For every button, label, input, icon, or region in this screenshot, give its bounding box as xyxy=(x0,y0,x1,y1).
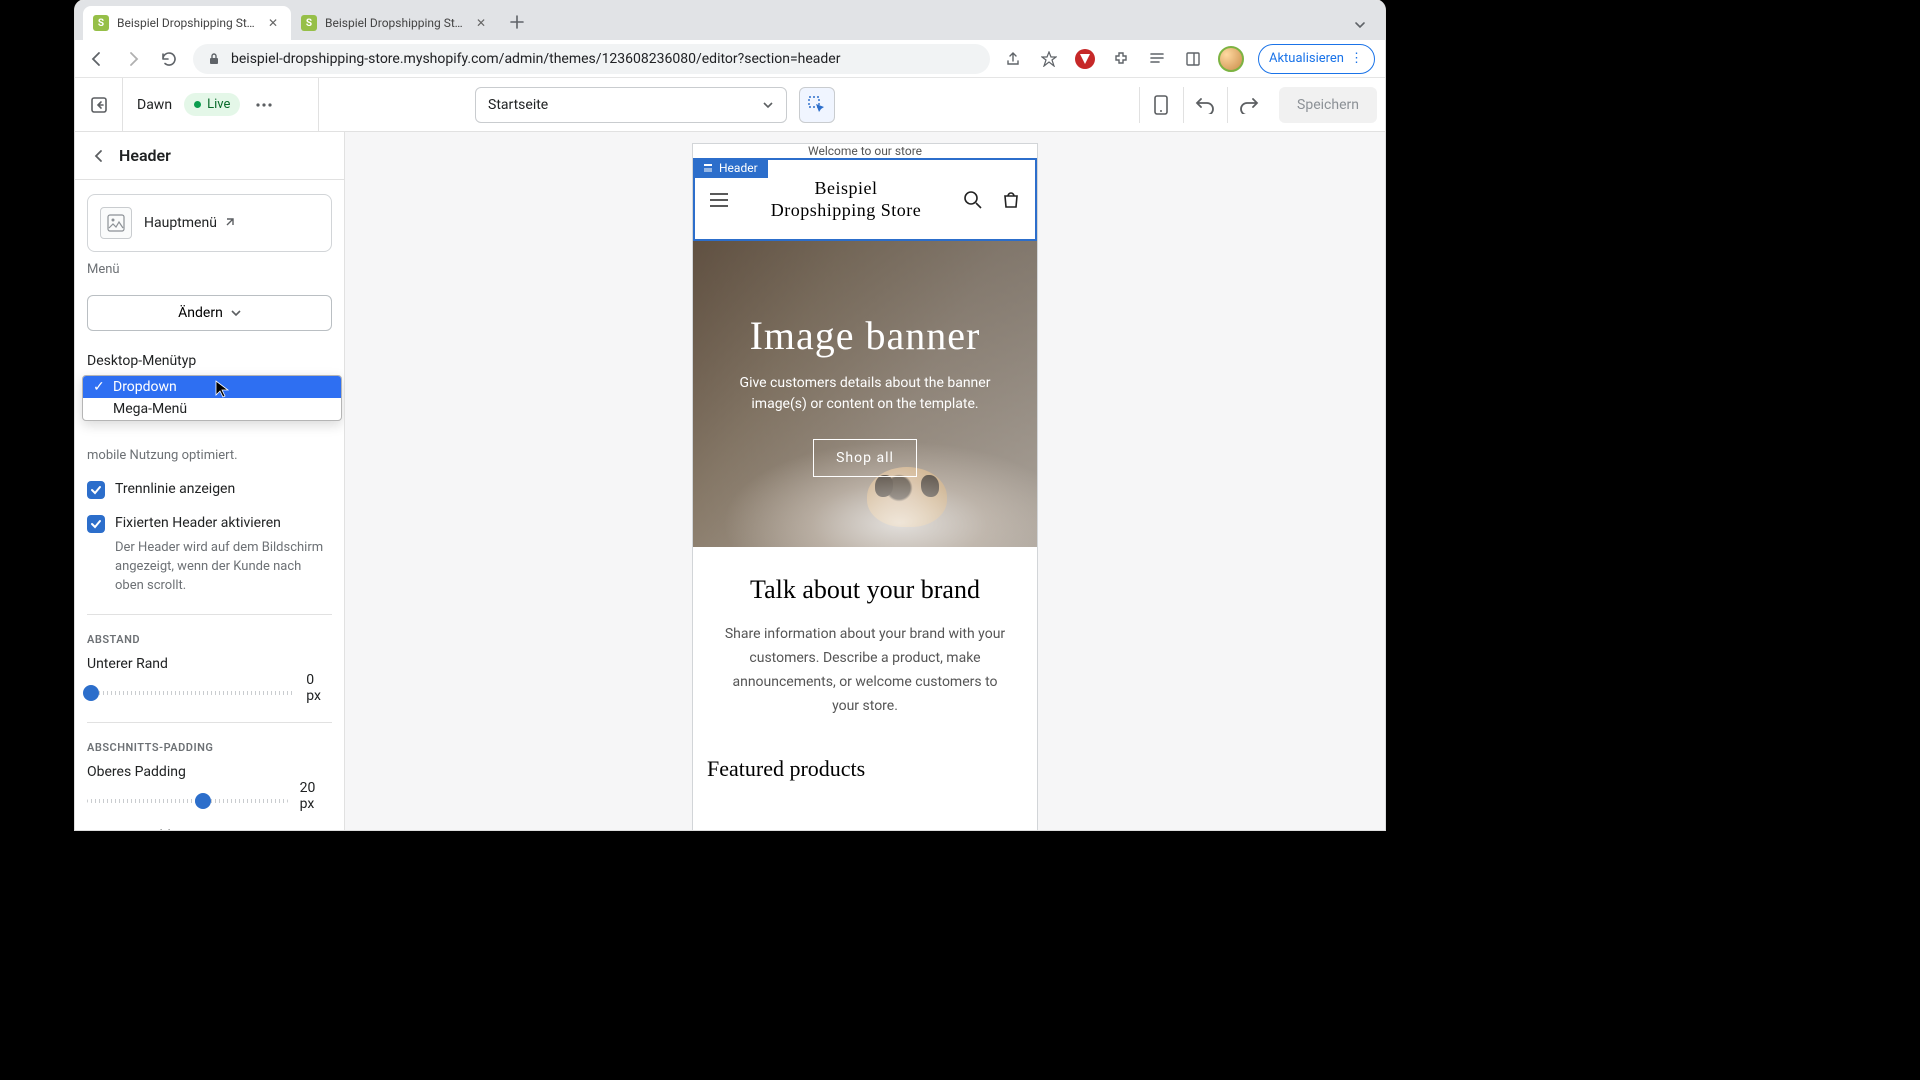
top-padding-value: 20 px xyxy=(300,780,332,812)
separator-label: Trennlinie anzeigen xyxy=(115,481,235,497)
close-icon[interactable]: ✕ xyxy=(265,15,281,31)
top-padding-label: Oberes Padding xyxy=(87,764,332,780)
sticky-help: Der Header wird auf dem Bildschirm angez… xyxy=(115,539,332,596)
settings-sidebar: Header Hauptmenü Menü Ändern Desktop-Men… xyxy=(75,132,345,830)
close-icon[interactable]: ✕ xyxy=(473,15,489,31)
theme-name: Dawn xyxy=(137,97,172,113)
cart-icon[interactable] xyxy=(999,188,1023,212)
brand-title: Talk about your brand xyxy=(723,575,1007,605)
undo-button[interactable] xyxy=(1183,87,1225,123)
browser-toolbar: beispiel-dropshipping-store.myshopify.co… xyxy=(75,40,1385,78)
bottom-margin-slider[interactable] xyxy=(87,691,294,695)
dropdown-option-dropdown[interactable]: ✓ Dropdown xyxy=(83,376,341,398)
forward-button[interactable] xyxy=(121,47,145,71)
shopify-favicon: S xyxy=(301,15,317,31)
section-icon xyxy=(703,163,713,173)
menu-card[interactable]: Hauptmenü xyxy=(87,194,332,252)
announcement-bar: Welcome to our store xyxy=(693,144,1037,158)
tabs-overflow-icon[interactable] xyxy=(1353,18,1367,32)
bottom-margin-value: 0 px xyxy=(306,672,332,704)
tab-title: Beispiel Dropshipping Store · B xyxy=(325,16,465,30)
share-icon[interactable] xyxy=(1002,48,1024,70)
update-label: Aktualisieren xyxy=(1269,51,1344,66)
menutype-label: Desktop-Menütyp xyxy=(87,353,332,369)
padding-heading: ABSCHNITTS-PADDING xyxy=(87,741,332,754)
change-menu-button[interactable]: Ändern xyxy=(87,295,332,331)
chevron-down-icon xyxy=(762,99,774,111)
section-picker-button[interactable] xyxy=(799,87,835,123)
exit-editor-button[interactable] xyxy=(75,78,123,132)
sidepanel-icon[interactable] xyxy=(1182,48,1204,70)
chevron-down-icon xyxy=(231,308,241,318)
browser-tab[interactable]: S Beispiel Dropshipping Store · B ✕ xyxy=(291,6,499,40)
back-button[interactable] xyxy=(85,47,109,71)
spacing-heading: ABSTAND xyxy=(87,633,332,646)
top-padding-slider[interactable] xyxy=(87,799,288,803)
redo-button[interactable] xyxy=(1227,87,1269,123)
dropdown-option-megamenu[interactable]: Mega-Menü xyxy=(83,398,341,420)
menutype-dropdown: ✓ Dropdown Mega-Menü xyxy=(82,375,342,421)
shopify-favicon: S xyxy=(93,15,109,31)
image-banner: Image banner Give customers details abou… xyxy=(693,241,1037,547)
browser-tabstrip: S Beispiel Dropshipping Store · D ✕ S Be… xyxy=(75,0,1385,40)
check-icon: ✓ xyxy=(93,379,105,395)
hamburger-icon[interactable] xyxy=(707,188,731,212)
new-tab-button[interactable] xyxy=(503,8,531,36)
search-icon[interactable] xyxy=(961,188,985,212)
sidebar-title: Header xyxy=(119,146,171,165)
menu-sublabel: Menü xyxy=(87,262,332,277)
banner-title: Image banner xyxy=(750,312,981,359)
featured-heading: Featured products xyxy=(693,746,1037,792)
preview-header-section[interactable]: Header Beispiel Dropshipping Store xyxy=(693,158,1037,241)
brand-text: Share information about your brand with … xyxy=(723,623,1007,718)
separator-checkbox[interactable] xyxy=(87,481,105,499)
menutype-help: mobile Nutzung optimiert. xyxy=(87,447,332,465)
menu-dots-icon: ⋮ xyxy=(1350,51,1364,66)
ublock-icon[interactable] xyxy=(1074,48,1096,70)
menu-name: Hauptmenü xyxy=(144,215,217,231)
tab-title: Beispiel Dropshipping Store · D xyxy=(117,16,257,30)
section-badge: Header xyxy=(693,158,768,178)
external-link-icon xyxy=(223,217,235,229)
profile-avatar[interactable] xyxy=(1218,46,1244,72)
store-title: Beispiel Dropshipping Store xyxy=(766,178,926,221)
page-selector[interactable]: Startseite xyxy=(475,87,787,123)
page-selector-value: Startseite xyxy=(488,97,548,113)
bookmark-icon[interactable] xyxy=(1038,48,1060,70)
mobile-preview: Welcome to our store Header Beispiel Dro… xyxy=(693,144,1037,830)
sticky-checkbox[interactable] xyxy=(87,515,105,533)
url-text: beispiel-dropshipping-store.myshopify.co… xyxy=(231,51,840,67)
shop-all-button[interactable]: Shop all xyxy=(813,439,917,477)
editor-topbar: Dawn Live Startseite Speichern xyxy=(75,78,1385,132)
save-button: Speichern xyxy=(1279,87,1377,123)
address-bar[interactable]: beispiel-dropshipping-store.myshopify.co… xyxy=(193,44,990,74)
extensions-icon[interactable] xyxy=(1110,48,1132,70)
preview-canvas: Welcome to our store Header Beispiel Dro… xyxy=(345,132,1385,830)
brand-section: Talk about your brand Share information … xyxy=(693,547,1037,746)
theme-actions-button[interactable] xyxy=(252,93,276,117)
reading-list-icon[interactable] xyxy=(1146,48,1168,70)
bottom-margin-label: Unterer Rand xyxy=(87,656,332,672)
banner-text: Give customers details about the banner … xyxy=(717,373,1013,415)
back-icon[interactable] xyxy=(89,146,109,166)
live-badge: Live xyxy=(184,93,240,116)
browser-tab-active[interactable]: S Beispiel Dropshipping Store · D ✕ xyxy=(83,6,291,40)
reload-button[interactable] xyxy=(157,47,181,71)
update-button[interactable]: Aktualisieren ⋮ xyxy=(1258,44,1375,74)
image-placeholder-icon xyxy=(100,207,132,239)
bottom-padding-label: Unteres Padding xyxy=(87,828,332,830)
lock-icon xyxy=(207,52,221,66)
sticky-label: Fixierten Header aktivieren xyxy=(115,515,281,531)
mobile-view-button[interactable] xyxy=(1139,87,1181,123)
